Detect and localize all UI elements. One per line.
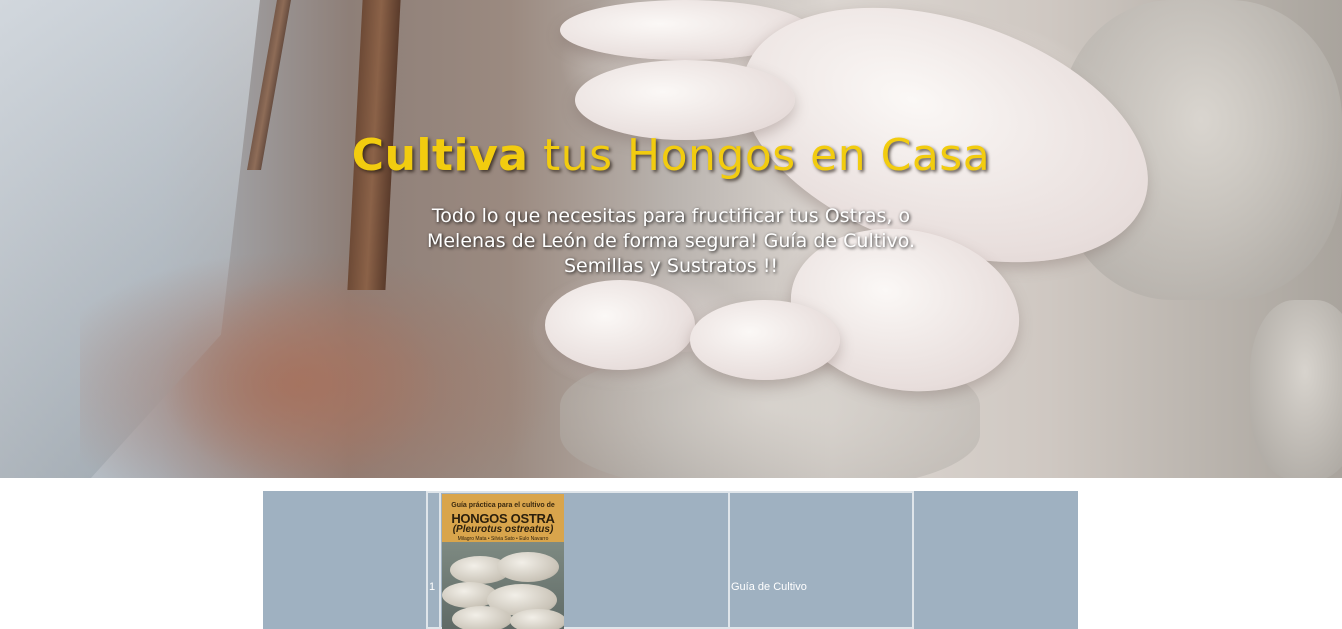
book-cover-line1: Guía práctica para el cultivo de (451, 502, 555, 509)
hero-banner: Cultiva tus Hongos en Casa Todo lo que n… (0, 0, 1342, 478)
cell-divider (439, 493, 441, 627)
hero-image-substrate-bag (1250, 300, 1342, 478)
hero-subtitle: Todo lo que necesitas para fructificar t… (426, 205, 916, 277)
book-cover-image[interactable]: Guía práctica para el cultivo de HONGOS … (442, 494, 564, 629)
guide-link-label[interactable]: Guía de Cultivo (731, 581, 807, 593)
hero-title-rest: tus Hongos en Casa (528, 130, 991, 181)
book-cover-mushroom (452, 606, 512, 629)
book-cover-subtitle: (Pleurotus ostreatus) (452, 524, 554, 535)
strip-cell-empty (263, 491, 426, 629)
guide-link-cell[interactable]: Guía de Cultivo (729, 491, 914, 629)
hero-content: Cultiva tus Hongos en Casa Todo lo que n… (0, 128, 1342, 279)
book-cover-authors: Milagro Mata • Silvia Sato • Eulo Navarr… (457, 536, 549, 542)
hero-image-mushroom-cap (690, 300, 840, 380)
hero-title-bold: Cultiva (351, 130, 529, 181)
item-number: 1 (429, 581, 436, 593)
product-strip: 1 Guía práctica para el cultivo de HONGO… (263, 491, 1078, 629)
book-cover-mushroom (510, 609, 564, 629)
product-cell[interactable]: 1 Guía práctica para el cultivo de HONGO… (426, 491, 729, 629)
book-cover-mushroom (497, 552, 559, 582)
hero-image-mushroom-cap (545, 280, 695, 370)
hero-title: Cultiva tus Hongos en Casa (0, 128, 1342, 184)
strip-cell-empty (914, 491, 1078, 629)
hero-image-floor (80, 250, 560, 478)
